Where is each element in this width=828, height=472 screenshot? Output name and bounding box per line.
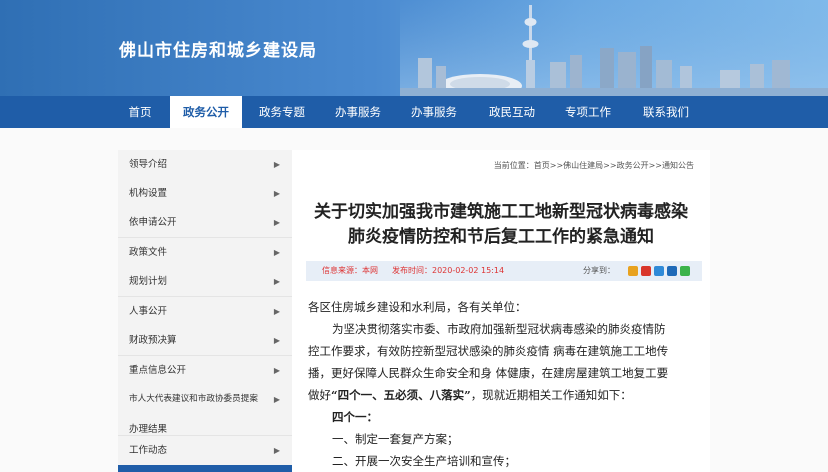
arrow-right-icon: ▶	[273, 248, 280, 257]
list-item: 一、制定一套复产方案；	[332, 432, 459, 446]
article-body: 各区住房城乡建设和水利局，各有关单位： 为坚决贯彻落实市委、市政府加强新型冠状病…	[308, 296, 708, 472]
arrow-right-icon: ▶	[273, 446, 280, 455]
paragraph-line: 为坚决贯彻落实市委、市政府加强新型冠状病毒感染的肺炎疫情防	[332, 322, 666, 336]
share-label: 分享到：	[583, 266, 615, 275]
sidebar-item-proposals[interactable]: 市人大代表建议和市政协委员提案 ▶	[118, 385, 292, 415]
list-item: 二、开展一次安全生产培训和宣传；	[332, 454, 516, 468]
sidebar-item-personnel[interactable]: 人事公开 ▶	[118, 297, 292, 327]
qzone-share-icon[interactable]	[628, 266, 638, 276]
sidebar-item-budget[interactable]: 财政预决算 ▶	[118, 326, 292, 356]
arrow-right-icon: ▶	[273, 366, 280, 375]
breadcrumb: 当前位置：首页>>佛山住建局>>政务公开>>通知公告	[493, 161, 694, 170]
sidebar-item-label: 政策文件	[129, 247, 168, 258]
article-title: 关于切实加强我市建筑施工工地新型冠状病毒感染 肺炎疫情防控和节后复工工作的紧急通…	[292, 200, 710, 250]
wechat-share-icon[interactable]	[680, 266, 690, 276]
sidebar-item-label: 重点信息公开	[129, 365, 187, 376]
city-skyline-image	[400, 0, 828, 96]
section-heading: 四个一：	[332, 410, 378, 424]
sidebar-item-leadership[interactable]: 领导介绍 ▶	[118, 150, 292, 180]
sidebar-item-policy-documents[interactable]: 政策文件 ▶	[118, 238, 292, 268]
arrow-right-icon: ▶	[273, 189, 280, 198]
paragraph-line: 控工作要求，有效防控新型冠状感染的肺炎疫情 病毒在建筑施工工地传	[308, 344, 669, 358]
main-nav: 首页 政务公开 政务专题 办事服务 办事服务 政民互动 专项工作 联系我们	[0, 96, 828, 128]
text-span: ，现就近期相关工作通知如下：	[470, 388, 632, 402]
paragraph-line: 做好“四个一、五必须、八落实”，现就近期相关工作通知如下：	[308, 384, 708, 406]
sidebar-item-label: 财政预决算	[129, 335, 177, 346]
sidebar: 领导介绍 ▶ 机构设置 ▶ 依申请公开 ▶ 政策文件 ▶ 规划计划 ▶ 人事公开…	[118, 150, 292, 472]
nav-public-interaction[interactable]: 政民互动	[480, 96, 544, 128]
text-span: 做好	[308, 388, 331, 402]
arrow-right-icon: ▶	[273, 307, 280, 316]
nav-government-topics[interactable]: 政务专题	[250, 96, 314, 128]
browser-page: 佛山市住房和城乡建设局 首页 政务公开 政务专题 办事服务 办事服务 政民互动 …	[0, 0, 828, 472]
nav-government-affairs-open[interactable]: 政务公开	[170, 96, 242, 128]
sidebar-active-bar	[118, 465, 292, 472]
sidebar-item-label: 市人大代表建议和市政协委员提案	[129, 394, 258, 404]
article-title-line1: 关于切实加强我市建筑施工工地新型冠状病毒感染	[314, 202, 688, 222]
sidebar-item-key-info[interactable]: 重点信息公开 ▶	[118, 356, 292, 386]
arrow-right-icon: ▶	[273, 218, 280, 227]
salutation: 各区住房城乡建设和水利局，各有关单位：	[308, 300, 527, 314]
nav-contact-us[interactable]: 联系我们	[634, 96, 698, 128]
article-title-line2: 肺炎疫情防控和节后复工工作的紧急通知	[348, 227, 654, 247]
sidebar-item-work-updates[interactable]: 工作动态 ▶	[118, 436, 292, 466]
sidebar-item-results[interactable]: 办理结果	[118, 415, 292, 436]
renren-share-icon[interactable]	[667, 266, 677, 276]
tencent-weibo-share-icon[interactable]	[654, 266, 664, 276]
site-banner: 佛山市住房和城乡建设局	[0, 0, 828, 96]
article-panel: 当前位置：首页>>佛山住建局>>政务公开>>通知公告 关于切实加强我市建筑施工工…	[292, 150, 710, 472]
article-meta-bar: 信息来源：本网 发布时间：2020-02-02 15:14 分享到：	[306, 261, 702, 281]
paragraph-line: 播，更好保障人民群众生命安全和身 体健康，在建房屋建筑工地复工要	[308, 366, 669, 380]
sidebar-item-label: 依申请公开	[129, 217, 177, 228]
sidebar-item-label: 领导介绍	[129, 159, 168, 170]
sidebar-item-request-disclosure[interactable]: 依申请公开 ▶	[118, 208, 292, 238]
nav-special-work[interactable]: 专项工作	[556, 96, 620, 128]
sidebar-item-planning[interactable]: 规划计划 ▶	[118, 267, 292, 297]
arrow-right-icon: ▶	[273, 395, 280, 404]
nav-home[interactable]: 首页	[118, 96, 162, 128]
sidebar-item-label: 工作动态	[129, 445, 168, 456]
site-title: 佛山市住房和城乡建设局	[119, 41, 317, 61]
sidebar-item-label: 人事公开	[129, 306, 168, 317]
arrow-right-icon: ▶	[273, 160, 280, 169]
nav-government-affairs-services[interactable]: 办事服务	[402, 96, 466, 128]
weibo-share-icon[interactable]	[641, 266, 651, 276]
nav-services[interactable]: 办事服务	[326, 96, 390, 128]
arrow-right-icon: ▶	[273, 336, 280, 345]
sidebar-item-organization[interactable]: 机构设置 ▶	[118, 179, 292, 209]
arrow-right-icon: ▶	[273, 277, 280, 286]
sidebar-item-label: 机构设置	[129, 188, 168, 199]
info-source: 信息来源：本网	[322, 266, 378, 275]
emphasis-text: “四个一、五必须、八落实”	[331, 388, 471, 402]
sidebar-item-label: 规划计划	[129, 276, 168, 287]
publish-time: 发布时间：2020-02-02 15:14	[392, 266, 505, 275]
